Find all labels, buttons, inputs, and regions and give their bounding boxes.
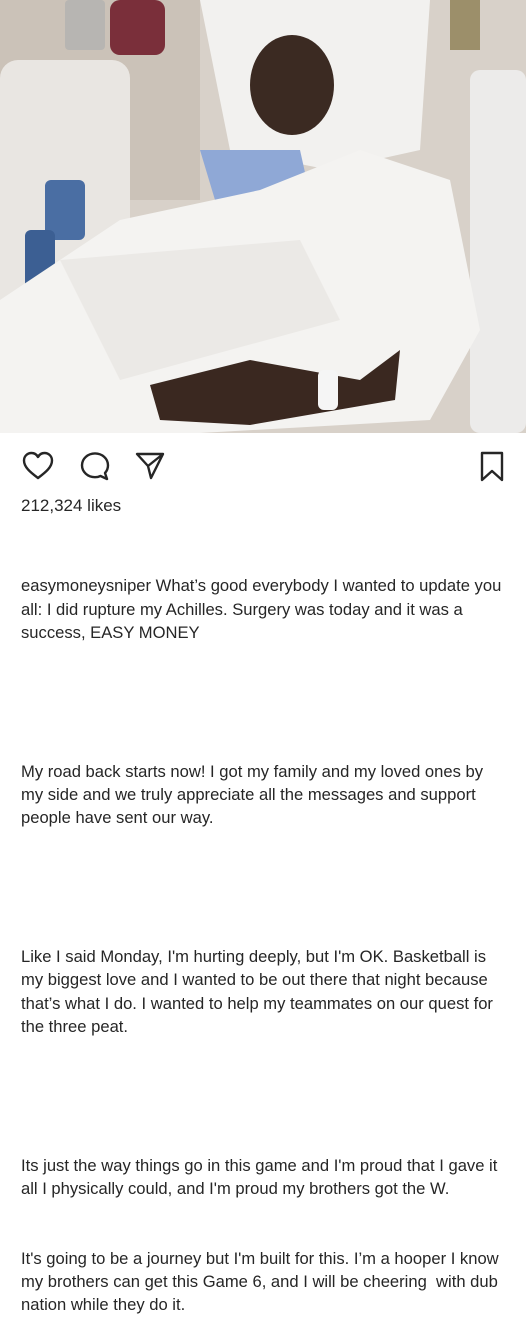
caption-paragraph: Its just the way things go in this game … (21, 1155, 502, 1199)
post-photo[interactable] (0, 0, 526, 433)
heart-icon[interactable] (22, 451, 54, 481)
caption-paragraph: Like I said Monday, I'm hurting deeply, … (21, 947, 498, 1036)
caption-paragraph: It's going to be a journey but I'm built… (21, 1248, 504, 1315)
share-icon[interactable] (134, 451, 166, 481)
bookmark-icon[interactable] (478, 451, 506, 483)
post-actions-bar (0, 433, 526, 499)
caption-first-paragraph: easymoneysniper What’s good everybody I … (21, 574, 505, 644)
comment-icon[interactable] (79, 451, 111, 481)
post-caption: easymoneysniper What’s good everybody I … (0, 528, 526, 1340)
username-link[interactable]: easymoneysniper (21, 576, 151, 595)
hospital-bed-photo (0, 0, 526, 433)
caption-paragraph: My road back starts now! I got my family… (21, 761, 488, 828)
